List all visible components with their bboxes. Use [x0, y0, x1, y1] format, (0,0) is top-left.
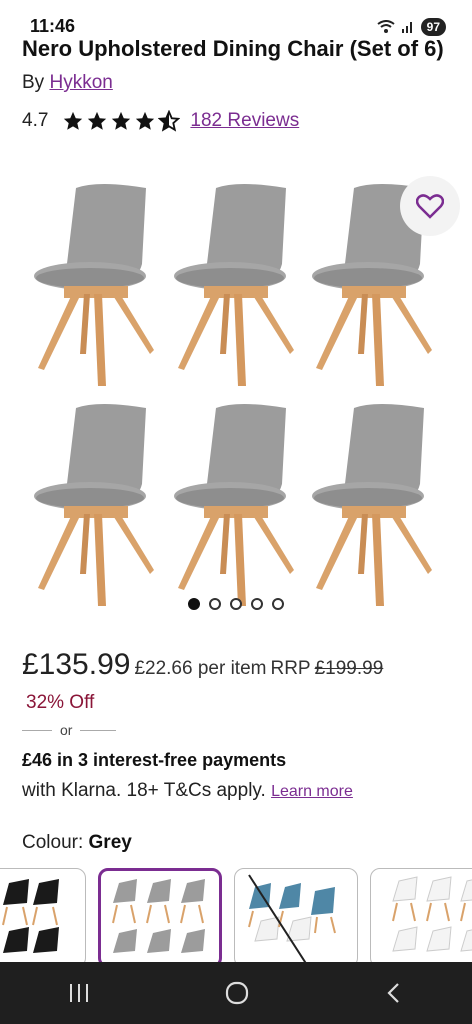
carousel-dot[interactable] [251, 598, 263, 610]
carousel-indicator [0, 598, 472, 610]
colour-label: Colour: Grey [22, 832, 132, 854]
or-text: or [60, 722, 73, 738]
chair-image [174, 184, 294, 386]
chair-image [174, 404, 294, 606]
recent-apps-icon[interactable] [67, 982, 91, 1004]
klarna-info: with Klarna. 18+ T&Cs apply. Learn more [22, 780, 353, 802]
swatch-grey[interactable] [98, 868, 222, 964]
battery-icon: 97 [420, 18, 446, 36]
swatch-black-image [2, 879, 59, 953]
or-divider: or [22, 722, 117, 738]
half-star-icon [158, 110, 181, 132]
product-image-gallery[interactable] [0, 160, 472, 606]
price: £135.99 [22, 648, 131, 681]
product-title: Nero Upholstered Dining Chair (Set of 6) [22, 36, 444, 61]
chair-image [34, 404, 154, 606]
star-icon [88, 111, 107, 130]
brand-line: By Hykkon [22, 72, 113, 94]
carousel-dot[interactable] [272, 598, 284, 610]
chair-image [34, 184, 154, 386]
carousel-dot[interactable] [209, 598, 221, 610]
colour-swatches [0, 868, 472, 964]
rating-row: 4.7 182 Reviews [22, 110, 299, 132]
swatch-black[interactable] [0, 868, 86, 964]
klarna-text: with Klarna. 18+ T&Cs apply. [22, 780, 266, 801]
carousel-dot[interactable] [188, 598, 200, 610]
system-nav-bar [0, 962, 472, 1024]
star-icon [136, 111, 155, 130]
discount-badge: 32% Off [26, 692, 95, 713]
learn-more-link[interactable]: Learn more [271, 783, 353, 800]
signal-icon [401, 22, 412, 33]
brand-link[interactable]: Hykkon [49, 72, 112, 93]
swatch-grey-image [112, 879, 205, 953]
status-icons: 97 [377, 18, 446, 36]
star-rating [62, 110, 181, 132]
wifi-icon [377, 20, 395, 33]
by-prefix: By [22, 72, 45, 93]
klarna-title: £46 in 3 interest-free payments [22, 750, 287, 770]
colour-label-text: Colour: [22, 832, 84, 853]
swatch-mixed-image [248, 874, 336, 964]
colour-value: Grey [88, 832, 132, 853]
favourite-button[interactable] [400, 176, 460, 236]
heart-icon [416, 194, 444, 219]
reviews-link[interactable]: 182 Reviews [190, 110, 299, 132]
back-icon[interactable] [383, 981, 405, 1005]
star-icon [112, 111, 131, 130]
rating-value: 4.7 [22, 110, 49, 131]
star-icon [64, 111, 83, 130]
chair-image [312, 404, 432, 606]
home-icon[interactable] [224, 980, 250, 1006]
status-time: 11:46 [30, 16, 76, 36]
rrp-value: £199.99 [314, 658, 384, 679]
carousel-dot[interactable] [230, 598, 242, 610]
rrp-label: RRP [270, 658, 311, 679]
swatch-white-image [392, 876, 472, 952]
swatch-mixed[interactable] [234, 868, 358, 964]
price-per-item: £22.66 per item [134, 658, 267, 679]
price-row: £135.99 £22.66 per item RRP £199.99 [22, 648, 383, 682]
swatch-white[interactable] [370, 868, 472, 964]
